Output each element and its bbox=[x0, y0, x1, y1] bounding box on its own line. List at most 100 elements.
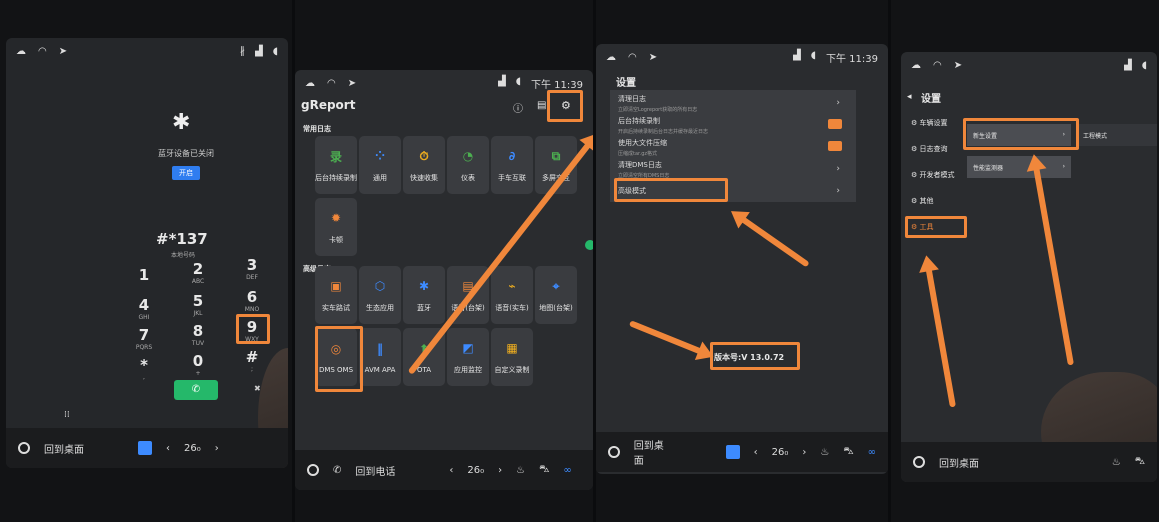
side-item-developer[interactable]: ⚙ 开发者模式 bbox=[911, 170, 955, 180]
temp-up-icon[interactable]: › bbox=[498, 465, 502, 476]
bluetooth-icon: ✱ bbox=[172, 110, 191, 135]
car-icon[interactable]: ⛍ bbox=[539, 464, 549, 477]
dock-call-label[interactable]: 回到电话 bbox=[355, 463, 395, 478]
enable-bluetooth-button[interactable]: 开启 bbox=[172, 166, 200, 180]
temp-up-icon[interactable]: › bbox=[215, 443, 219, 454]
advanced-log-tile[interactable]: ◩ 应用监控 bbox=[447, 328, 489, 386]
common-log-tile-label: 仪表 bbox=[461, 174, 475, 182]
advanced-log-tile-label: 生态应用 bbox=[366, 304, 394, 312]
advanced-log-tile-label: 自定义录制 bbox=[494, 366, 530, 374]
keypad-toggle-icon[interactable]: ⁞⁞ bbox=[64, 410, 70, 420]
highlight-new-settings bbox=[963, 118, 1079, 150]
wifi-icon: ◠ bbox=[38, 45, 47, 57]
key-0[interactable]: 0 + bbox=[178, 352, 218, 377]
car-icon: ⚙ bbox=[911, 119, 918, 127]
volume-icon: ◖ bbox=[515, 75, 521, 87]
common-log-tile-label: 通用 bbox=[373, 174, 387, 182]
common-log-tile-icon: ⏱ bbox=[419, 148, 429, 163]
advanced-log-tile[interactable]: ▦ 自定义录制 bbox=[491, 328, 533, 386]
common-log-tile-icon: ✹ bbox=[330, 211, 342, 225]
section-common-logs: 常用日志 bbox=[303, 125, 331, 133]
advanced-log-tile[interactable]: ⌖ 地图(台架) bbox=[535, 266, 577, 324]
tool-button-performance[interactable]: 性能监测器 › bbox=[967, 156, 1071, 178]
row-large-file-compress[interactable]: 使用大文件压缩 压缩成tar.gz格式 bbox=[618, 138, 848, 160]
temp-down-icon[interactable]: ‹ bbox=[449, 465, 453, 476]
defrost-icon[interactable]: ♨ bbox=[820, 447, 829, 458]
temp-down-icon[interactable]: ‹ bbox=[166, 443, 170, 454]
common-log-tile[interactable]: ⏱ 快速收集 bbox=[403, 136, 445, 194]
advanced-log-tile-icon: ◩ bbox=[462, 341, 474, 355]
dock-home-label[interactable]: 回到桌面 bbox=[939, 455, 979, 470]
key-star[interactable]: *, bbox=[124, 356, 164, 381]
bluetooth-status-icon: ∦ bbox=[240, 45, 246, 57]
toggle-background-record[interactable] bbox=[828, 119, 842, 129]
phone-icon: ✆ bbox=[333, 464, 342, 476]
advanced-log-tile[interactable]: ⬡ 生态应用 bbox=[359, 266, 401, 324]
temp-up-icon[interactable]: › bbox=[802, 447, 806, 458]
arrow-to-version bbox=[628, 320, 711, 358]
advanced-log-tile-label: 蓝牙 bbox=[417, 304, 431, 312]
dock-home-label[interactable]: 回到桌面 bbox=[44, 441, 84, 456]
app-title: gReport bbox=[301, 98, 356, 112]
defrost-icon[interactable]: ♨ bbox=[1112, 457, 1121, 468]
signal-icon: ▟ bbox=[1124, 59, 1132, 71]
back-arrow-icon[interactable]: ◂ bbox=[907, 92, 912, 102]
key-6[interactable]: 6 MNO bbox=[232, 288, 272, 313]
key-4[interactable]: 4 GHI bbox=[124, 296, 164, 321]
link-icon[interactable]: ∞ bbox=[868, 447, 876, 458]
call-button[interactable]: ✆ bbox=[174, 380, 218, 400]
row-background-record[interactable]: 后台持续录制 开启后持续录制后台日志并缓存最近日志 bbox=[618, 116, 848, 138]
tool-button-engineering[interactable]: 工程模式 bbox=[1077, 124, 1157, 146]
common-log-tile-label: 手车互联 bbox=[498, 174, 526, 182]
toggle-compress[interactable] bbox=[828, 141, 842, 151]
advanced-log-tile[interactable]: ✱ 蓝牙 bbox=[403, 266, 445, 324]
seat-icon[interactable] bbox=[138, 441, 152, 455]
advanced-log-tile[interactable]: ‖ AVM APA bbox=[359, 328, 401, 386]
dock-bar: 回到桌面 ‹ 26₀ › bbox=[6, 428, 288, 468]
side-item-other[interactable]: ⚙ 其他 bbox=[911, 196, 934, 206]
status-bar: ☁ ◠ ➤ ▟ ◖ 下午 11:39 bbox=[596, 44, 888, 70]
common-log-tile[interactable]: ◔ 仪表 bbox=[447, 136, 489, 194]
advanced-log-tile-icon: ▣ bbox=[330, 279, 342, 293]
advanced-log-tile-label: 地图(台架) bbox=[539, 304, 573, 312]
home-circle-icon[interactable] bbox=[18, 442, 30, 454]
chevron-right-icon: › bbox=[836, 186, 840, 196]
link-icon[interactable]: ∞ bbox=[563, 465, 571, 476]
advanced-log-tile-label: 应用监控 bbox=[454, 366, 482, 374]
key-7[interactable]: 7 PQRS bbox=[124, 326, 164, 351]
key-2[interactable]: 2 ABC bbox=[178, 260, 218, 285]
document-icon[interactable]: ▤ bbox=[537, 100, 546, 111]
highlight-version bbox=[710, 342, 800, 370]
status-time: 下午 11:39 bbox=[826, 53, 878, 65]
temp-down-icon[interactable]: ‹ bbox=[754, 447, 758, 458]
side-item-log-query[interactable]: ⚙ 日志查询 bbox=[911, 144, 948, 154]
common-log-tile[interactable]: ✹ 卡顿 bbox=[315, 198, 357, 256]
home-circle-icon[interactable] bbox=[307, 464, 319, 476]
volume-icon: ◖ bbox=[810, 49, 816, 61]
car-icon[interactable]: ⛍ bbox=[843, 446, 853, 459]
panel-tools: ☁ ◠ ➤ ▟ ◖ ◂ 设置 ⚙ 车辆设置 ⚙ 日志查询 ⚙ 开发者模式 ⚙ 其他… bbox=[891, 0, 1159, 522]
advanced-log-tile[interactable]: ▣ 实车路试 bbox=[315, 266, 357, 324]
key-5[interactable]: 5 JKL bbox=[178, 292, 218, 317]
common-log-tile[interactable]: ∂ 手车互联 bbox=[491, 136, 533, 194]
defrost-icon[interactable]: ♨ bbox=[516, 465, 525, 476]
common-log-tile[interactable]: ⁘ 通用 bbox=[359, 136, 401, 194]
dock-home-label[interactable]: 回到桌面 bbox=[634, 437, 672, 467]
car-icon[interactable]: ⛍ bbox=[1135, 456, 1145, 469]
home-circle-icon[interactable] bbox=[608, 446, 620, 458]
side-handle-icon[interactable] bbox=[585, 240, 593, 250]
key-1[interactable]: 1 bbox=[124, 266, 164, 284]
advanced-log-tile[interactable]: ⌁ 语音(实车) bbox=[491, 266, 533, 324]
info-icon[interactable]: ⓘ bbox=[513, 100, 523, 115]
location-icon: ➤ bbox=[648, 51, 658, 63]
home-circle-icon[interactable] bbox=[913, 456, 925, 468]
key-8[interactable]: 8 TUV bbox=[178, 322, 218, 347]
location-icon: ➤ bbox=[953, 59, 963, 71]
dialer-screen: ☁ ◠ ➤ ∦ ▟ ◖ ✱ 蓝牙设备已关闭 开启 #*137 本地号码 1 2 ABC… bbox=[6, 38, 288, 468]
row-clear-logs[interactable]: 清理日志 立即清空Logreport获取的所有日志 › bbox=[618, 94, 848, 116]
common-log-tile[interactable]: 录后台持续录制 bbox=[315, 136, 357, 194]
seat-icon[interactable] bbox=[726, 445, 740, 459]
cloud-icon: ☁ bbox=[911, 59, 921, 71]
key-3[interactable]: 3 DEF bbox=[232, 256, 272, 281]
side-item-vehicle[interactable]: ⚙ 车辆设置 bbox=[911, 118, 948, 128]
